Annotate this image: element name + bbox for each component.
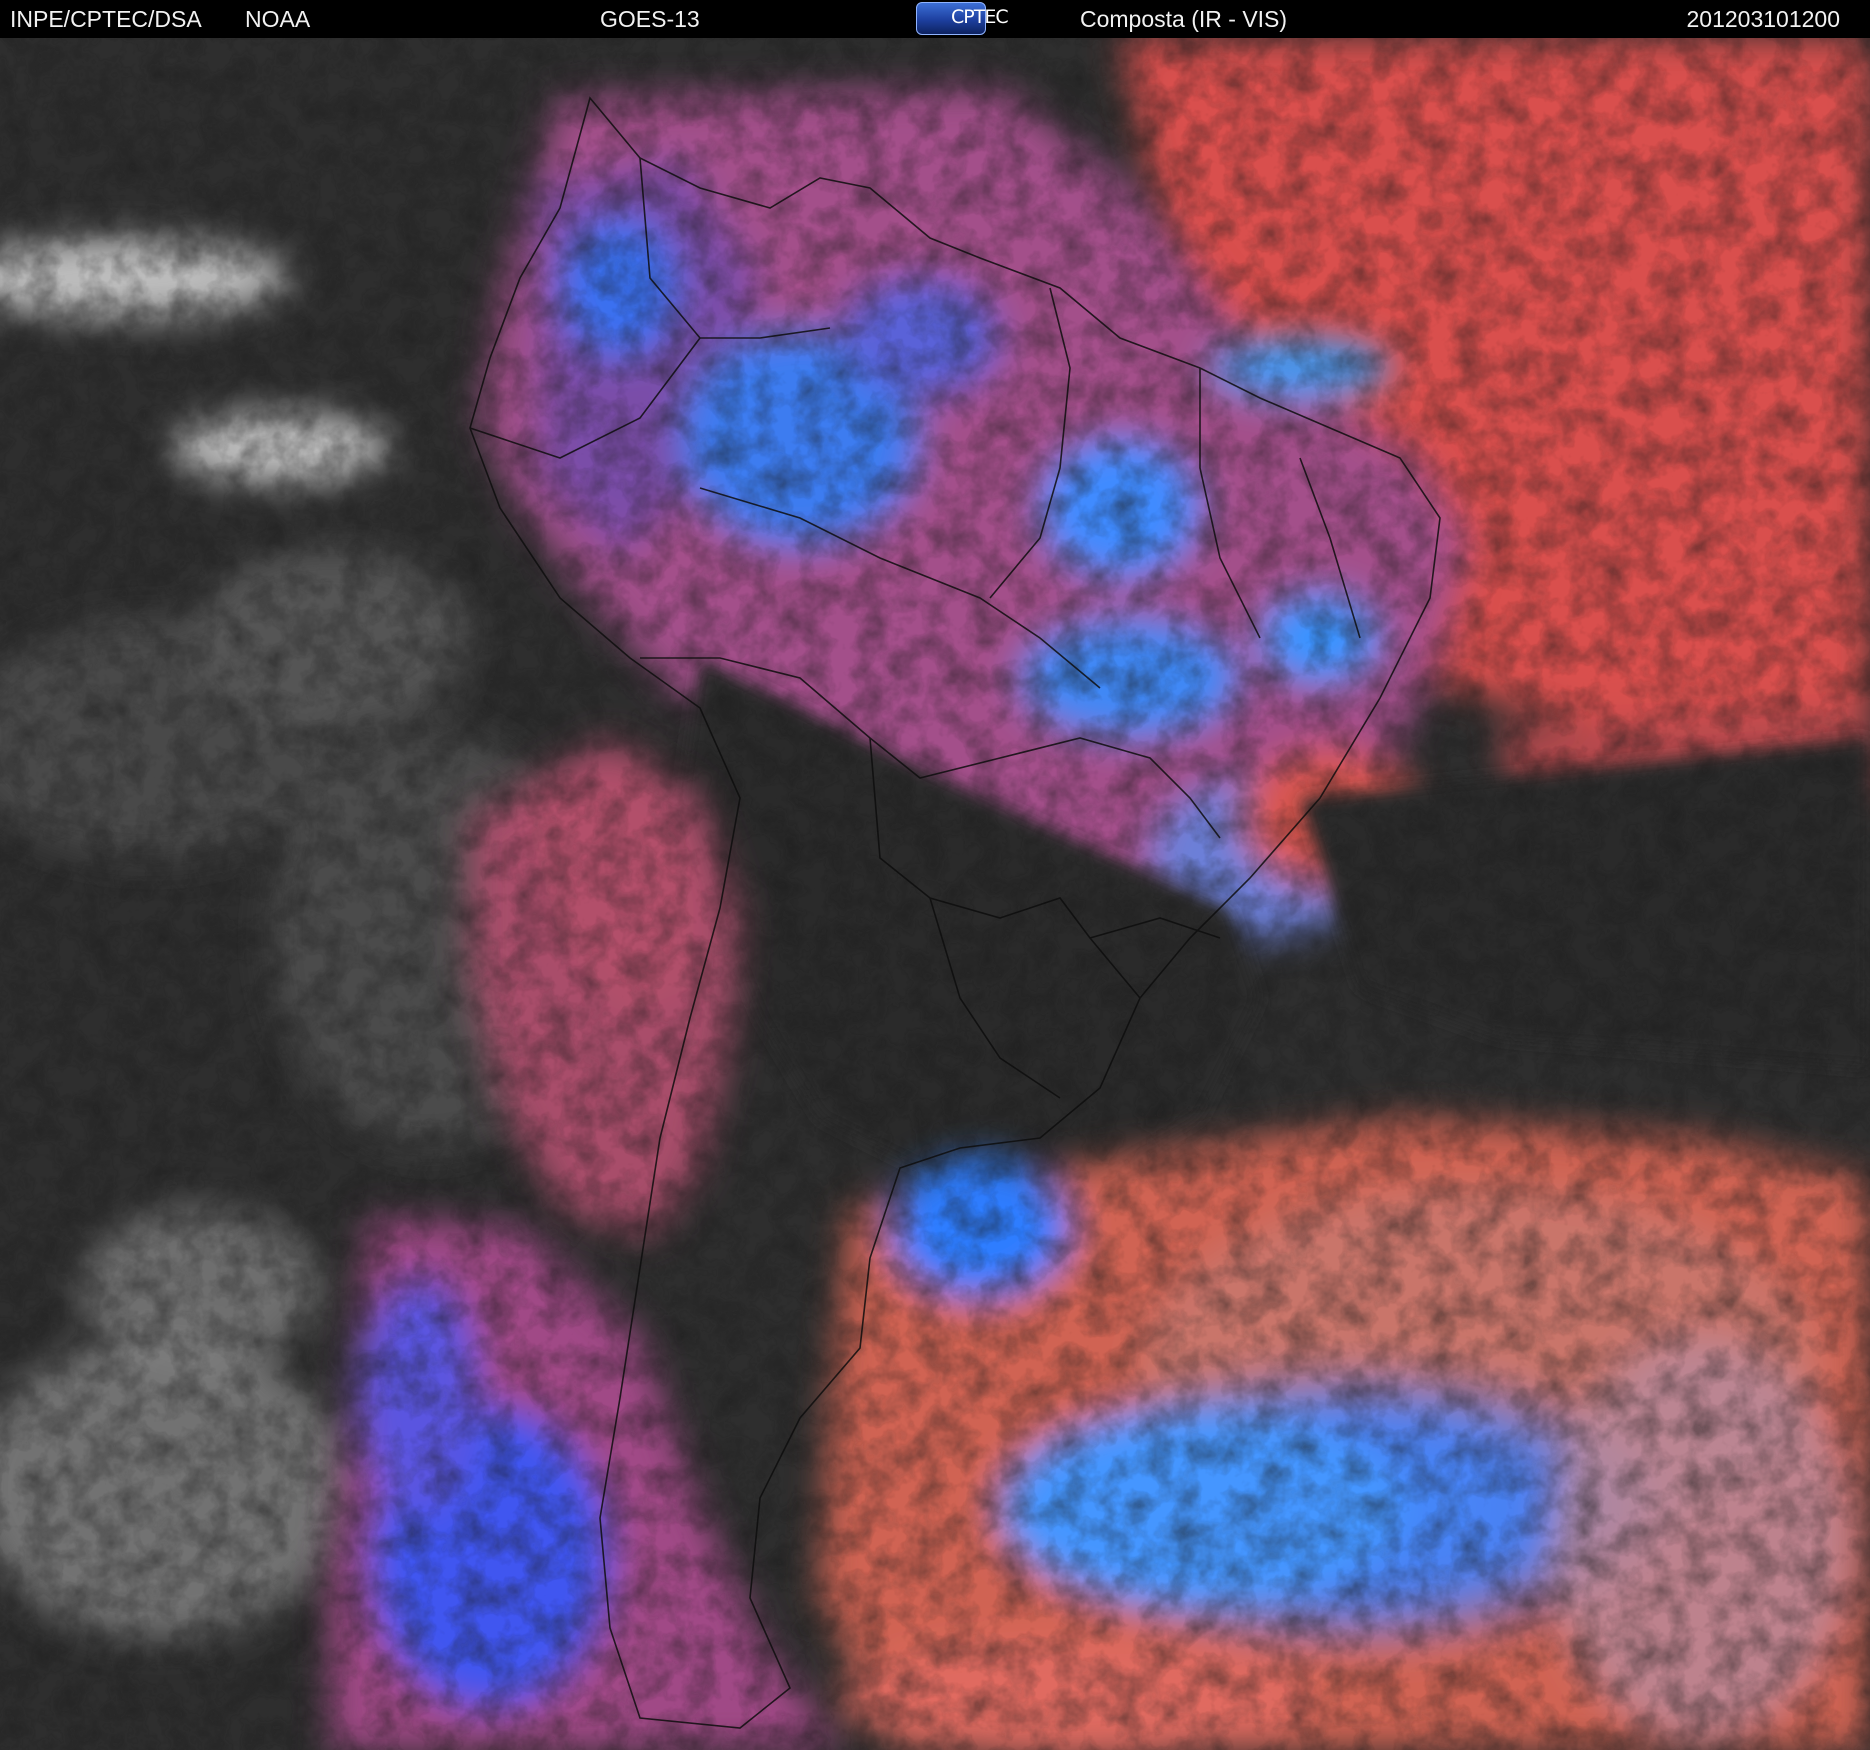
- satellite-image: [0, 38, 1870, 1750]
- timestamp-label: 201203101200: [1686, 6, 1841, 32]
- satellite-composite-render: [0, 38, 1870, 1750]
- cptec-logo: CPTEC: [916, 2, 1009, 35]
- cptec-logo-text: CPTEC: [951, 6, 1009, 28]
- product-label: Composta (IR - VIS): [1080, 6, 1288, 32]
- satellite-label: GOES-13: [600, 6, 700, 32]
- cloud-texture-grain: [0, 38, 1870, 1750]
- image-header-bar: INPE/CPTEC/DSA NOAA GOES-13 CPTEC Compos…: [0, 0, 1870, 38]
- organization-label: INPE/CPTEC/DSA: [10, 6, 202, 32]
- agency-label: NOAA: [245, 6, 311, 32]
